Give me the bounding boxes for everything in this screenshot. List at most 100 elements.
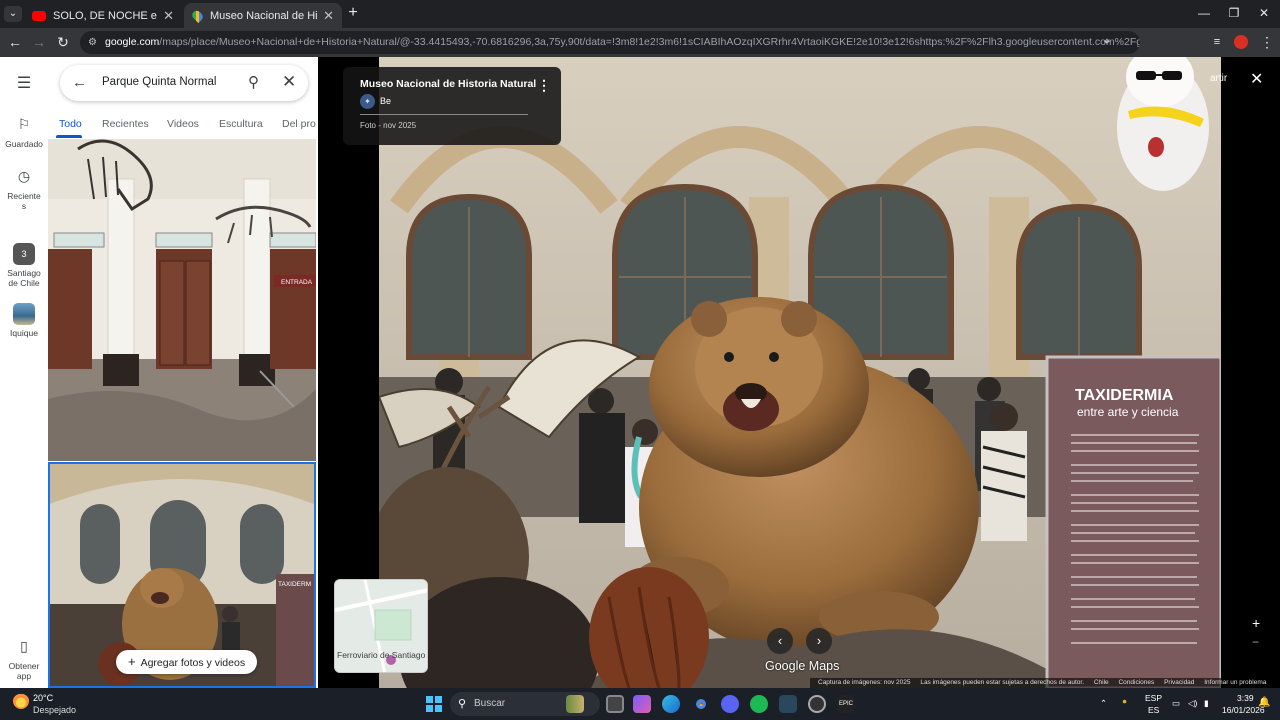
- share-button-label[interactable]: artir: [1210, 73, 1227, 84]
- rail-item-saved[interactable]: ⚐ Guardado: [0, 113, 48, 149]
- steam-icon[interactable]: [779, 695, 797, 713]
- rail-item-get-app[interactable]: ▯ Obtener app: [0, 635, 48, 681]
- restore-window-icon[interactable]: ❐: [1220, 6, 1248, 20]
- next-photo-button[interactable]: ›: [806, 628, 832, 654]
- search-box[interactable]: ← Parque Quinta Normal ⚲ ✕: [60, 65, 308, 101]
- epic-games-icon[interactable]: EPIC: [837, 695, 855, 713]
- bookmark-icon: ⚐: [17, 116, 31, 132]
- youtube-favicon-icon: [32, 10, 46, 21]
- discord-icon[interactable]: [721, 695, 739, 713]
- browser-menu-icon[interactable]: ⋮: [1258, 33, 1276, 51]
- network-icon[interactable]: ▭: [1172, 698, 1180, 709]
- profile-avatar[interactable]: [1234, 35, 1248, 49]
- maps-left-rail: ☰ ⚐ Guardado ◷ Reciente s 3 Santiago de …: [0, 57, 48, 688]
- browser-toolbar: ← → ↻ ⚙ google.com/maps/place/Museo+Naci…: [0, 28, 1280, 57]
- back-arrow-icon[interactable]: ←: [72, 74, 87, 91]
- browser-tab-youtube[interactable]: SOLO, DE NOCHE en EL BARRIO ✕: [24, 3, 182, 28]
- tray-app-icon[interactable]: ●: [1122, 696, 1127, 706]
- clock-time[interactable]: 3:39: [1237, 693, 1254, 703]
- weather-description[interactable]: Despejado: [33, 705, 76, 715]
- report-problem-link[interactable]: Informar un problema: [1204, 679, 1266, 686]
- volume-icon[interactable]: ◁): [1188, 698, 1197, 709]
- active-tab-indicator: [56, 135, 82, 138]
- notifications-icon[interactable]: 🔔: [1258, 697, 1270, 708]
- author-name[interactable]: Be: [380, 96, 391, 106]
- location-pin-icon[interactable]: ⌖: [1098, 33, 1116, 51]
- site-info-icon[interactable]: ⚙: [88, 31, 97, 54]
- reload-icon[interactable]: ↻: [54, 33, 72, 51]
- rail-item-recents[interactable]: ◷ Reciente s: [0, 165, 48, 211]
- windows-start-icon[interactable]: [426, 696, 442, 712]
- taskbar-search-placeholder: Buscar: [474, 698, 506, 709]
- photos-side-panel: ← Parque Quinta Normal ⚲ ✕ Todo Reciente…: [48, 57, 318, 688]
- place-thumbnail: 3: [13, 243, 35, 265]
- tab-from-owner[interactable]: Del pro: [282, 118, 316, 130]
- close-viewer-icon[interactable]: ✕: [1250, 69, 1263, 89]
- rail-item-label: Reciente s: [7, 191, 41, 211]
- rail-item-label: Santiago de Chile: [7, 268, 41, 288]
- privacy-link[interactable]: Privacidad: [1164, 679, 1194, 686]
- tab-title: SOLO, DE NOCHE en EL BARRIO: [53, 9, 157, 22]
- browser-tab-maps[interactable]: Museo Nacional de Historia Natural ✕: [184, 3, 342, 28]
- zoom-out-icon[interactable]: −: [1252, 635, 1259, 649]
- history-icon: ◷: [17, 168, 31, 184]
- place-name[interactable]: Museo Nacional de Historia Natural: [360, 78, 536, 90]
- forward-arrow-icon[interactable]: →: [30, 33, 48, 51]
- tab-sculpture[interactable]: Escultura: [219, 118, 263, 130]
- close-tab-icon[interactable]: ✕: [323, 8, 334, 24]
- input-language-sub[interactable]: ES: [1148, 705, 1159, 715]
- address-bar[interactable]: ⚙ google.com/maps/place/Museo+Nacional+d…: [80, 31, 1140, 54]
- more-options-icon[interactable]: ⋮: [537, 77, 551, 94]
- add-photos-videos-button[interactable]: + Agregar fotos y videos: [116, 650, 258, 674]
- windows-taskbar: 20°C Despejado ⚲ Buscar EPIC ⌃ ● ESP ES …: [0, 688, 1280, 720]
- tab-videos[interactable]: Videos: [167, 118, 199, 130]
- app-icon[interactable]: [808, 695, 826, 713]
- url-path: /maps/place/Museo+Nacional+de+Historia+N…: [159, 36, 1140, 48]
- weather-icon[interactable]: [13, 693, 29, 709]
- rail-item-label: Obtener app: [8, 661, 40, 681]
- rail-item-santiago[interactable]: 3 Santiago de Chile: [0, 243, 48, 288]
- tab-recent[interactable]: Recientes: [102, 118, 149, 130]
- capture-date: Captura de imágenes: nov 2025: [818, 679, 911, 686]
- show-hidden-icons[interactable]: ⌃: [1100, 698, 1107, 709]
- menu-hamburger-icon[interactable]: ☰: [0, 73, 48, 99]
- rail-item-label: Guardado: [5, 139, 43, 149]
- new-tab-button[interactable]: +: [346, 4, 360, 22]
- google-maps-logo: Google Maps: [765, 659, 840, 673]
- previous-photo-button[interactable]: ‹: [767, 628, 793, 654]
- input-language[interactable]: ESP: [1145, 693, 1162, 703]
- close-window-icon[interactable]: ✕: [1250, 6, 1278, 20]
- add-media-label: Agregar fotos y videos: [140, 657, 246, 669]
- minimize-window-icon[interactable]: —: [1190, 6, 1218, 20]
- task-view-icon[interactable]: [606, 695, 624, 713]
- tab-all[interactable]: Todo: [59, 118, 82, 130]
- weather-temperature[interactable]: 20°C: [33, 693, 53, 703]
- terms-link[interactable]: Condiciones: [1118, 679, 1154, 686]
- tab-search-button[interactable]: ⌄: [4, 6, 22, 22]
- cast-icon[interactable]: ≡: [1208, 33, 1226, 51]
- main-photo[interactable]: TAXIDERMIA entre arte y ciencia: [379, 57, 1221, 688]
- divider: [360, 114, 528, 115]
- rail-item-iquique[interactable]: Iquique: [0, 303, 48, 338]
- copilot-icon[interactable]: [633, 695, 651, 713]
- place-thumbnail: [13, 303, 35, 325]
- chrome-icon[interactable]: [692, 695, 710, 713]
- close-tab-icon[interactable]: ✕: [163, 8, 174, 24]
- maps-favicon-icon: [190, 8, 205, 23]
- country-link[interactable]: Chile: [1094, 679, 1109, 686]
- author-avatar[interactable]: ✦: [360, 94, 375, 109]
- clear-search-icon[interactable]: ✕: [282, 72, 296, 92]
- search-icon: ⚲: [458, 698, 467, 710]
- url-host: google.com: [105, 36, 160, 48]
- zoom-in-icon[interactable]: +: [1252, 615, 1260, 631]
- search-icon[interactable]: ⚲: [248, 73, 259, 91]
- photo-date: Foto - nov 2025: [360, 121, 417, 130]
- edge-icon[interactable]: [662, 695, 680, 713]
- back-arrow-icon[interactable]: ←: [6, 33, 24, 51]
- minimap[interactable]: Ferroviario de Santiago: [334, 579, 428, 673]
- photo-thumbnail-entrance[interactable]: ENTRADA: [48, 139, 316, 461]
- search-input[interactable]: Parque Quinta Normal: [102, 76, 216, 88]
- battery-icon[interactable]: ▮: [1204, 698, 1209, 709]
- dog-sticker-overlay: [1108, 57, 1218, 197]
- spotify-icon[interactable]: [750, 695, 768, 713]
